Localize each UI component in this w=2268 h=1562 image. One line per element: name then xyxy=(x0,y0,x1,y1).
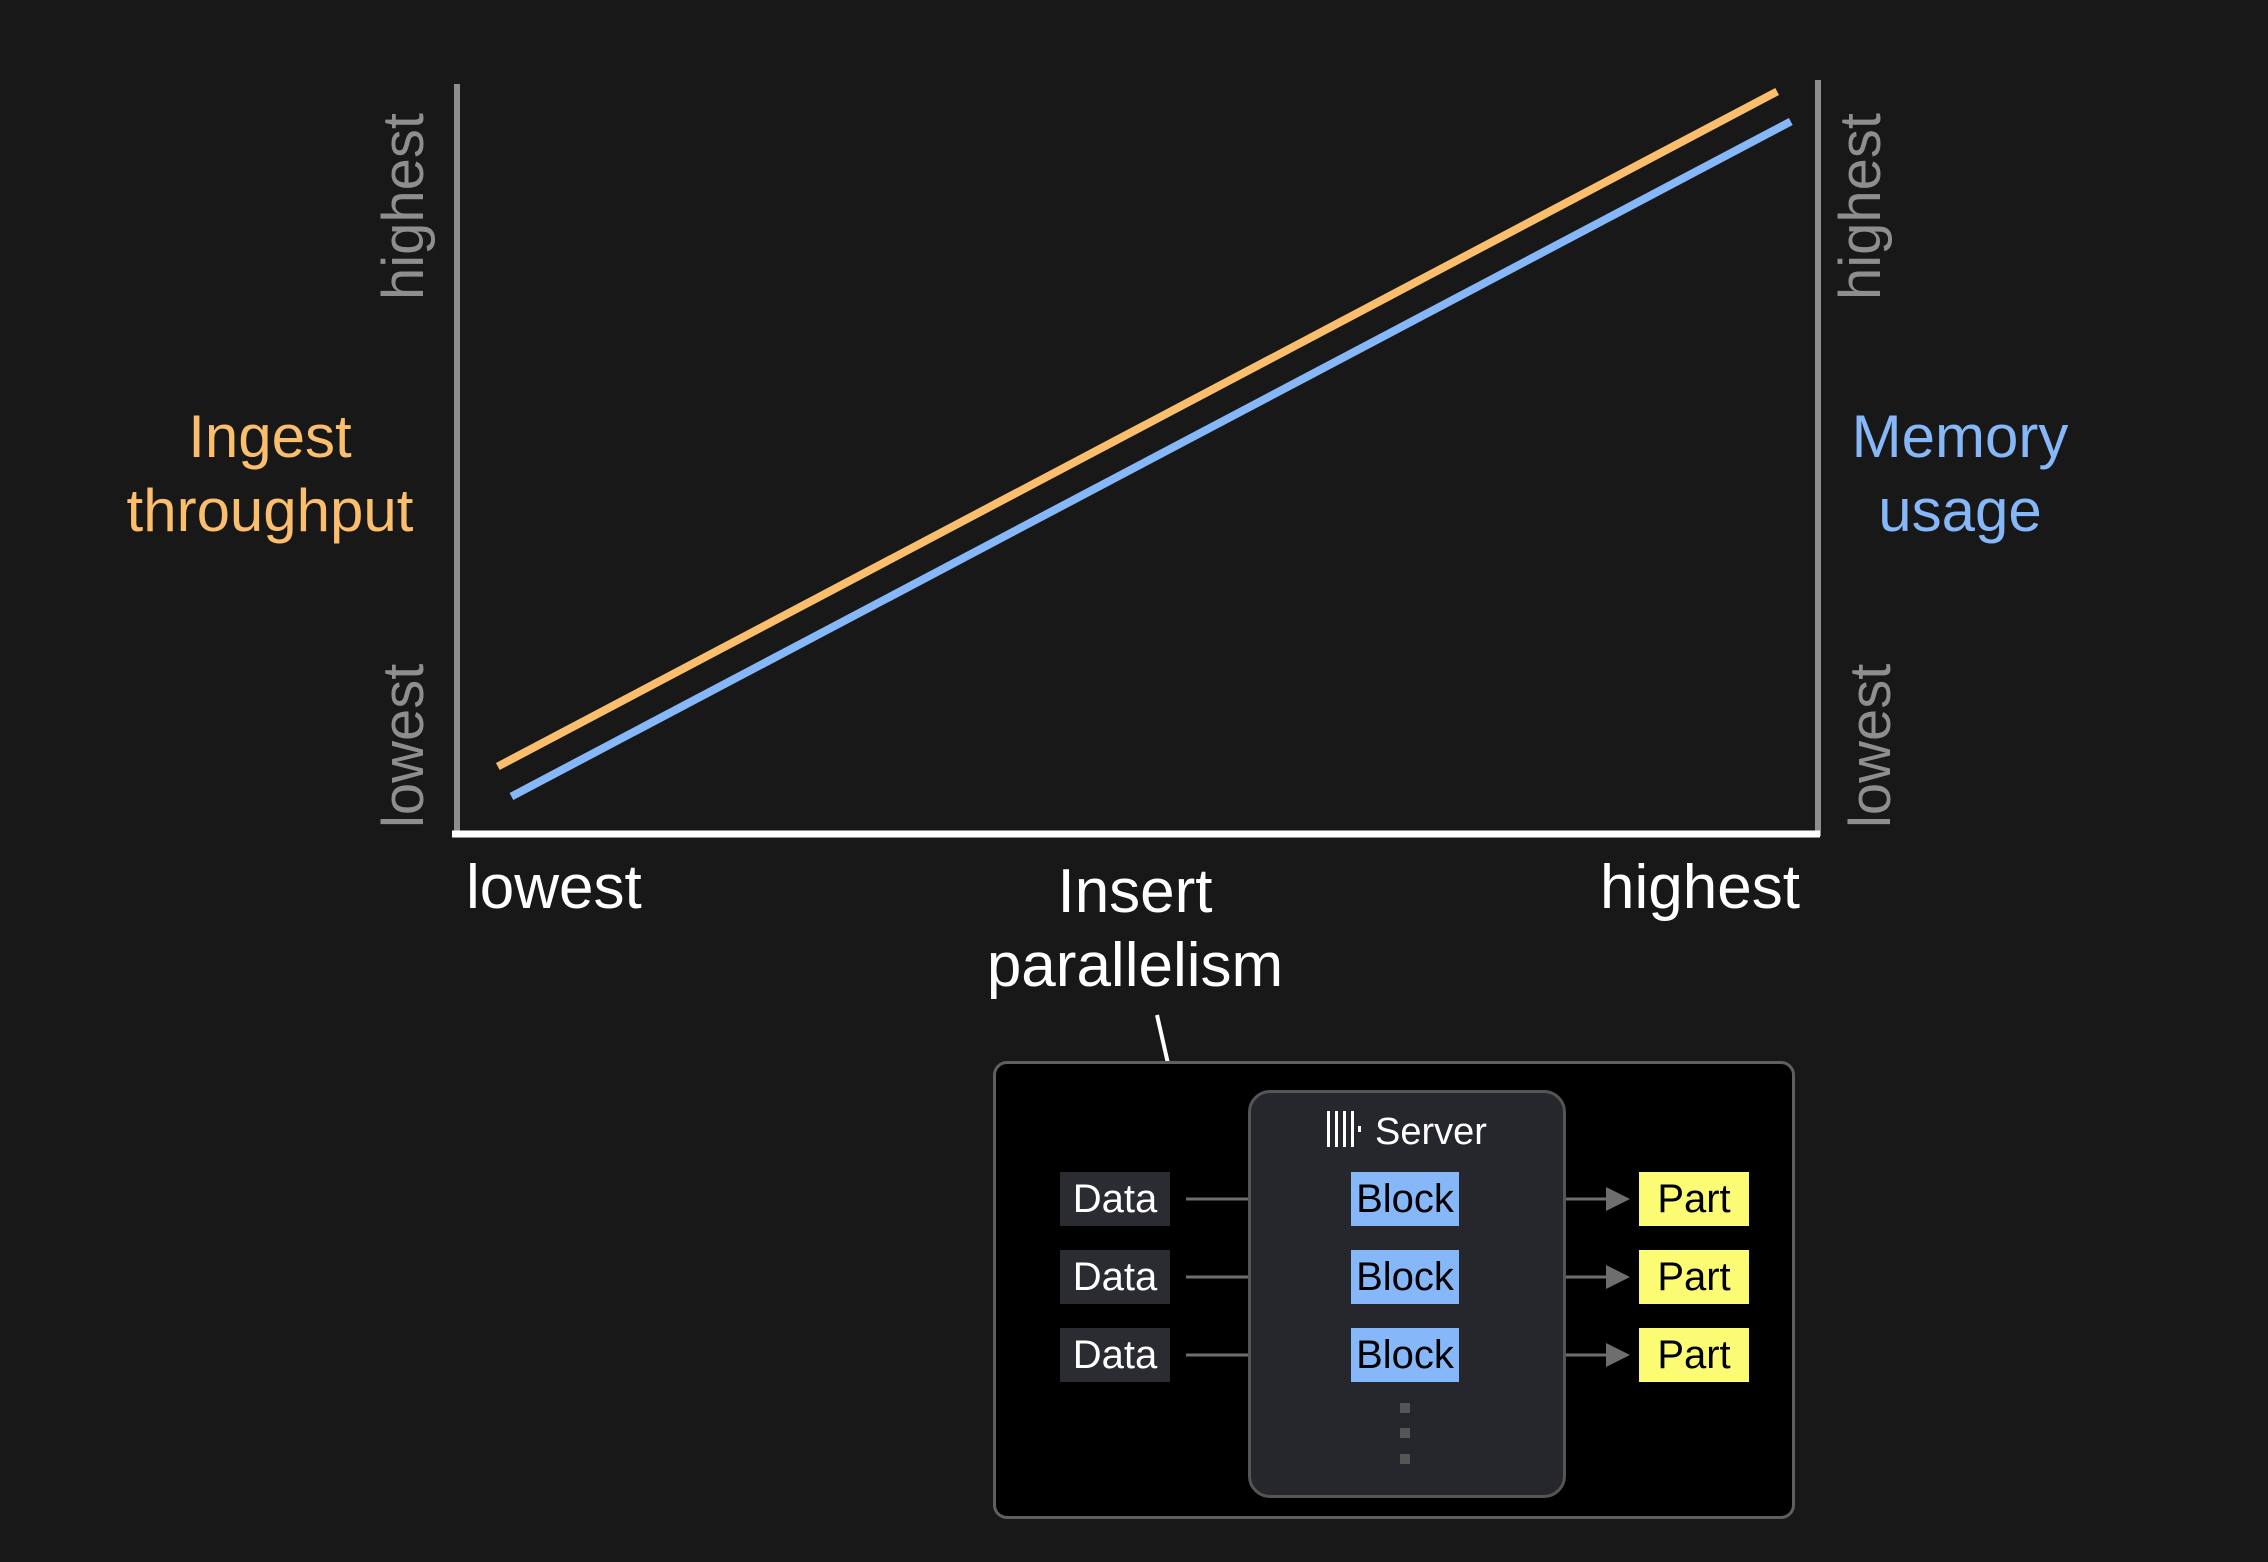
part-box: Part xyxy=(1639,1172,1749,1226)
server-label: Server xyxy=(1375,1111,1487,1154)
data-box: Data xyxy=(1060,1328,1170,1382)
series-line-memory-usage xyxy=(509,117,1793,801)
series-line-ingest-throughput xyxy=(495,87,1780,771)
x-tick-high: highest xyxy=(1600,853,1800,922)
block-box: Block xyxy=(1351,1172,1459,1226)
server-title: Server xyxy=(1251,1111,1563,1157)
left-axis-title-line2: throughput xyxy=(126,477,414,544)
left-axis-title: Ingest throughput xyxy=(100,400,440,548)
clickhouse-bars-icon xyxy=(1327,1111,1363,1157)
data-box: Data xyxy=(1060,1172,1170,1226)
block-box: Block xyxy=(1351,1250,1459,1304)
right-y-tick-high: highest xyxy=(1828,113,1893,300)
left-y-tick-high: highest xyxy=(371,113,436,300)
insert-diagram: Server Data Data Data Block Block Block … xyxy=(993,1061,1795,1519)
right-axis-title-line1: Memory xyxy=(1851,403,2069,470)
x-axis-title: Insert parallelism xyxy=(940,855,1330,1003)
x-axis-title-line1: Insert xyxy=(1057,857,1213,926)
ellipsis-dot-icon xyxy=(1400,1428,1410,1438)
left-axis-title-line1: Ingest xyxy=(188,403,352,470)
block-box: Block xyxy=(1351,1328,1459,1382)
part-box: Part xyxy=(1639,1328,1749,1382)
left-y-tick-low: lowest xyxy=(371,664,436,828)
x-tick-low: lowest xyxy=(466,853,642,922)
data-box: Data xyxy=(1060,1250,1170,1304)
part-box: Part xyxy=(1639,1250,1749,1304)
ellipsis-dot-icon xyxy=(1400,1403,1410,1413)
series-layer xyxy=(495,87,1793,801)
x-axis-title-line2: parallelism xyxy=(986,931,1284,1000)
right-y-tick-low: lowest xyxy=(1838,664,1903,828)
right-axis-title-line2: usage xyxy=(1878,477,2042,544)
ellipsis-dot-icon xyxy=(1400,1454,1410,1464)
right-axis-title: Memory usage xyxy=(1800,400,2120,548)
